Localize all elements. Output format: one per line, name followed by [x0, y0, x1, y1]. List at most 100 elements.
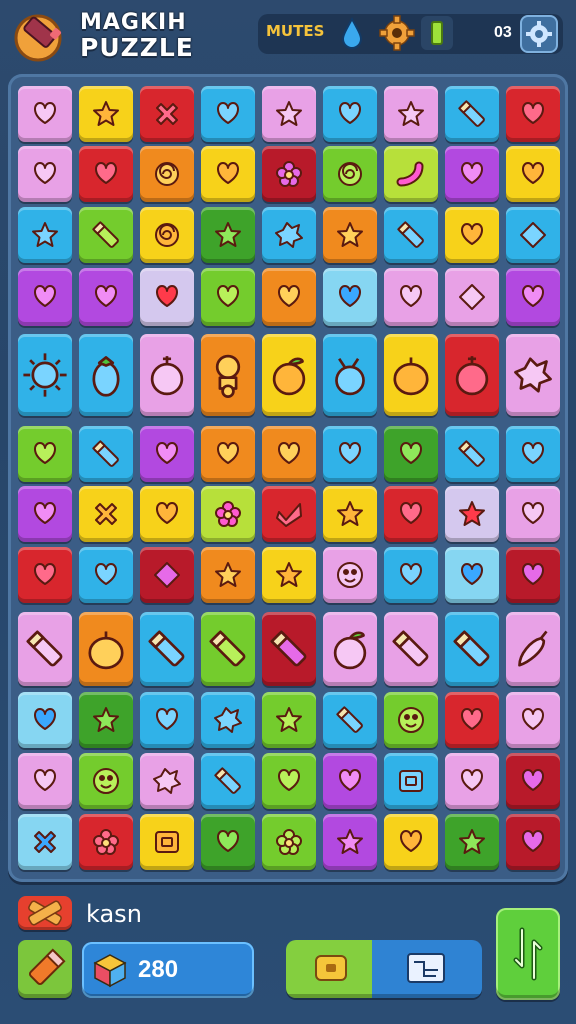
- tile-cross[interactable]: [79, 486, 133, 542]
- tile-star[interactable]: [445, 814, 499, 870]
- tile-berry[interactable]: [323, 334, 377, 416]
- pencil-tool-button[interactable]: [18, 940, 72, 998]
- tile-face[interactable]: [323, 547, 377, 603]
- tile-worm[interactable]: [384, 146, 438, 202]
- tile-heart[interactable]: [445, 207, 499, 263]
- tile-heart[interactable]: [506, 86, 560, 142]
- tile-flower[interactable]: [262, 814, 316, 870]
- tile-heart[interactable]: [323, 753, 377, 809]
- tile-box[interactable]: [384, 753, 438, 809]
- tile-heart[interactable]: [323, 426, 377, 482]
- tile-flower[interactable]: [262, 146, 316, 202]
- tile-star[interactable]: [262, 547, 316, 603]
- tile-eggplant[interactable]: [79, 334, 133, 416]
- tile-pencil[interactable]: [445, 426, 499, 482]
- coin-button[interactable]: [286, 940, 372, 998]
- tile-heart[interactable]: [506, 753, 560, 809]
- tile-star[interactable]: [79, 86, 133, 142]
- settings-button[interactable]: [520, 15, 558, 53]
- tile-swirl[interactable]: [323, 146, 377, 202]
- tile-heart[interactable]: [201, 426, 255, 482]
- tile-pencil[interactable]: [384, 612, 438, 686]
- next-button[interactable]: [496, 908, 560, 1000]
- tile-star[interactable]: [18, 207, 72, 263]
- tile-star[interactable]: [201, 547, 255, 603]
- tile-heart[interactable]: [18, 753, 72, 809]
- tile-diamond[interactable]: [506, 207, 560, 263]
- tile-star[interactable]: [201, 207, 255, 263]
- tile-heart[interactable]: [18, 86, 72, 142]
- tile-star[interactable]: [262, 86, 316, 142]
- tile-apple[interactable]: [262, 334, 316, 416]
- tile-star[interactable]: [445, 486, 499, 542]
- tile-pencil[interactable]: [445, 612, 499, 686]
- tile-heart[interactable]: [384, 814, 438, 870]
- tile-pencil[interactable]: [262, 612, 316, 686]
- tile-pencil[interactable]: [384, 207, 438, 263]
- tile-star[interactable]: [323, 486, 377, 542]
- tile-splat[interactable]: [201, 692, 255, 748]
- tile-fruit[interactable]: [445, 334, 499, 416]
- tile-star[interactable]: [262, 692, 316, 748]
- crossed-bandage-icon[interactable]: [18, 896, 72, 930]
- tile-check[interactable]: [262, 486, 316, 542]
- gear-icon[interactable]: [378, 14, 416, 57]
- tile-heart[interactable]: [384, 547, 438, 603]
- tile-heart[interactable]: [140, 692, 194, 748]
- tile-heart[interactable]: [201, 814, 255, 870]
- tile-star[interactable]: [323, 207, 377, 263]
- tile-splat[interactable]: [262, 207, 316, 263]
- tile-pencil[interactable]: [79, 207, 133, 263]
- tile-star[interactable]: [323, 814, 377, 870]
- tile-face[interactable]: [384, 692, 438, 748]
- tile-heart[interactable]: [79, 547, 133, 603]
- tile-lemon[interactable]: [384, 334, 438, 416]
- tile-pencil[interactable]: [18, 612, 72, 686]
- tile-box[interactable]: [140, 814, 194, 870]
- tile-heart[interactable]: [18, 146, 72, 202]
- tile-heart[interactable]: [201, 146, 255, 202]
- tile-heart[interactable]: [18, 547, 72, 603]
- tile-heart[interactable]: [18, 692, 72, 748]
- tile-heart[interactable]: [262, 426, 316, 482]
- tile-mushroom[interactable]: [201, 334, 255, 416]
- tile-heart[interactable]: [506, 426, 560, 482]
- tile-flower[interactable]: [79, 814, 133, 870]
- tile-heart[interactable]: [384, 268, 438, 326]
- tile-swirl[interactable]: [140, 207, 194, 263]
- tile-pencil[interactable]: [79, 426, 133, 482]
- tile-swirl[interactable]: [140, 146, 194, 202]
- tile-heart[interactable]: [445, 146, 499, 202]
- tile-diamond[interactable]: [445, 268, 499, 326]
- tile-heart[interactable]: [262, 753, 316, 809]
- tile-heart[interactable]: [18, 486, 72, 542]
- tile-star[interactable]: [384, 86, 438, 142]
- tile-pencil[interactable]: [323, 692, 377, 748]
- tile-flower[interactable]: [201, 486, 255, 542]
- tile-heart[interactable]: [323, 268, 377, 326]
- tile-face[interactable]: [79, 753, 133, 809]
- tile-pencil[interactable]: [201, 612, 255, 686]
- tile-heart[interactable]: [201, 268, 255, 326]
- tile-pencil[interactable]: [201, 753, 255, 809]
- tile-heart[interactable]: [140, 486, 194, 542]
- tile-heart[interactable]: [79, 268, 133, 326]
- tile-pencil[interactable]: [140, 612, 194, 686]
- map-button[interactable]: [372, 940, 482, 998]
- tile-cross[interactable]: [140, 86, 194, 142]
- tile-pepper[interactable]: [506, 612, 560, 686]
- tile-heart[interactable]: [140, 268, 194, 326]
- tile-fruit[interactable]: [140, 334, 194, 416]
- tile-heart[interactable]: [445, 547, 499, 603]
- tile-heart[interactable]: [140, 426, 194, 482]
- tile-heart[interactable]: [384, 426, 438, 482]
- tile-heart[interactable]: [506, 486, 560, 542]
- tile-heart[interactable]: [384, 486, 438, 542]
- tile-splat[interactable]: [506, 334, 560, 416]
- tile-sun[interactable]: [18, 334, 72, 416]
- tile-heart[interactable]: [201, 86, 255, 142]
- tile-heart[interactable]: [79, 146, 133, 202]
- tile-diamond[interactable]: [140, 547, 194, 603]
- tile-apple[interactable]: [323, 612, 377, 686]
- tile-heart[interactable]: [506, 146, 560, 202]
